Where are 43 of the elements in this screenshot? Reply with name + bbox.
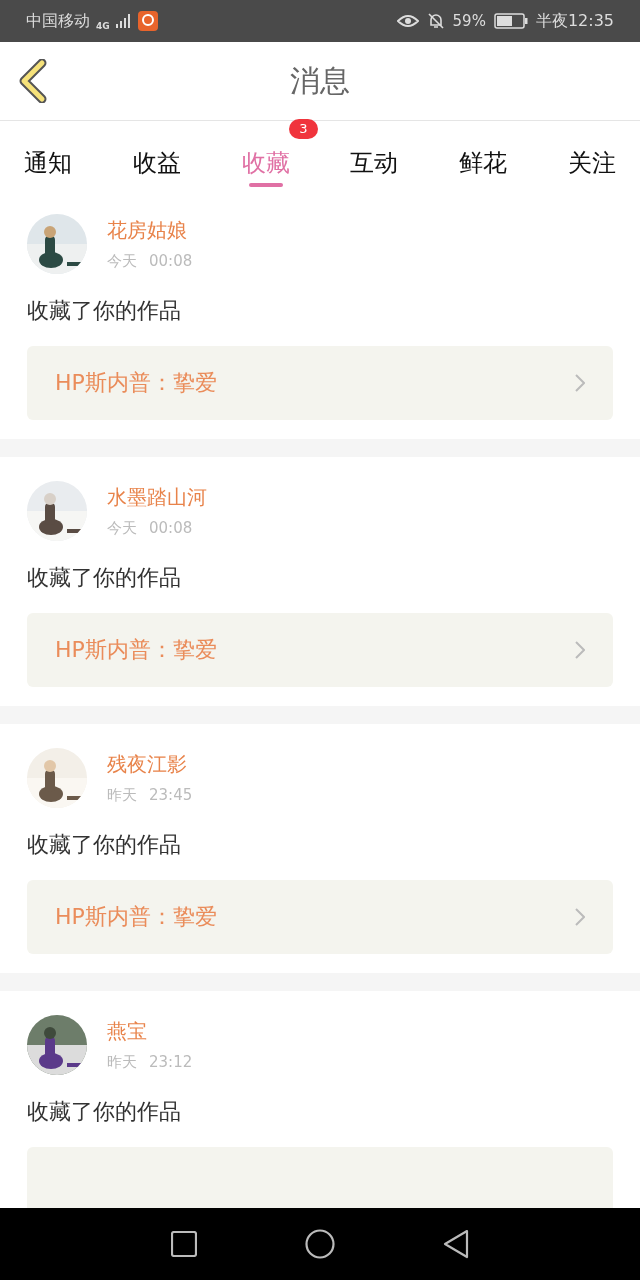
day-label: 今天 (107, 252, 137, 271)
message-text: 收藏了你的作品 (27, 1098, 181, 1126)
page-title: 消息 (290, 61, 350, 100)
tab[interactable]: 通知 (10, 139, 86, 187)
battery-icon (493, 13, 528, 29)
message-text: 收藏了你的作品 (27, 297, 181, 325)
work-link[interactable]: HP斯内普：挚爱 (27, 613, 613, 687)
tab[interactable]: 收益 (118, 139, 195, 187)
eye-icon (396, 14, 419, 28)
tab[interactable]: 收藏 (227, 139, 304, 187)
app-icon (137, 11, 158, 31)
work-link[interactable]: HP斯内普：挚爱 (27, 346, 613, 420)
message-text: 收藏了你的作品 (27, 831, 181, 859)
chevron-icon (575, 374, 585, 392)
back-icon[interactable] (18, 59, 48, 103)
bell-off-icon (426, 12, 445, 30)
chevron-icon (575, 641, 585, 659)
network-type: 4G (96, 20, 110, 31)
day-label: 今天 (107, 519, 137, 538)
battery-percent: 59% (452, 12, 486, 30)
chevron-icon (575, 908, 585, 926)
recent-apps-icon[interactable] (171, 1231, 197, 1257)
user-name[interactable]: 燕宝 (107, 1018, 193, 1045)
back-nav-icon[interactable] (443, 1229, 469, 1259)
signal-icon (115, 14, 132, 28)
timestamp: 23:12 (149, 1053, 193, 1072)
count-badge: 3 (289, 119, 318, 139)
home-icon[interactable] (305, 1229, 335, 1259)
day-label: 昨天 (107, 786, 137, 805)
clock: 半夜12:35 (535, 10, 614, 32)
timestamp: 23:45 (149, 786, 193, 805)
user-name[interactable]: 残夜江影 (107, 751, 193, 778)
tab[interactable]: 关注 (554, 139, 630, 187)
carrier-name: 中国移动 (26, 10, 90, 32)
timestamp: 00:08 (149, 252, 193, 271)
work-link[interactable]: HP斯内普：挚爱 (27, 880, 613, 954)
tab[interactable]: 鲜花 (445, 139, 522, 187)
user-name[interactable]: 花房姑娘 (107, 217, 193, 244)
timestamp: 00:08 (149, 519, 193, 538)
day-label: 昨天 (107, 1053, 137, 1072)
user-name[interactable]: 水墨踏山河 (107, 484, 207, 511)
tab[interactable]: 互动 (336, 139, 413, 187)
message-text: 收藏了你的作品 (27, 564, 181, 592)
